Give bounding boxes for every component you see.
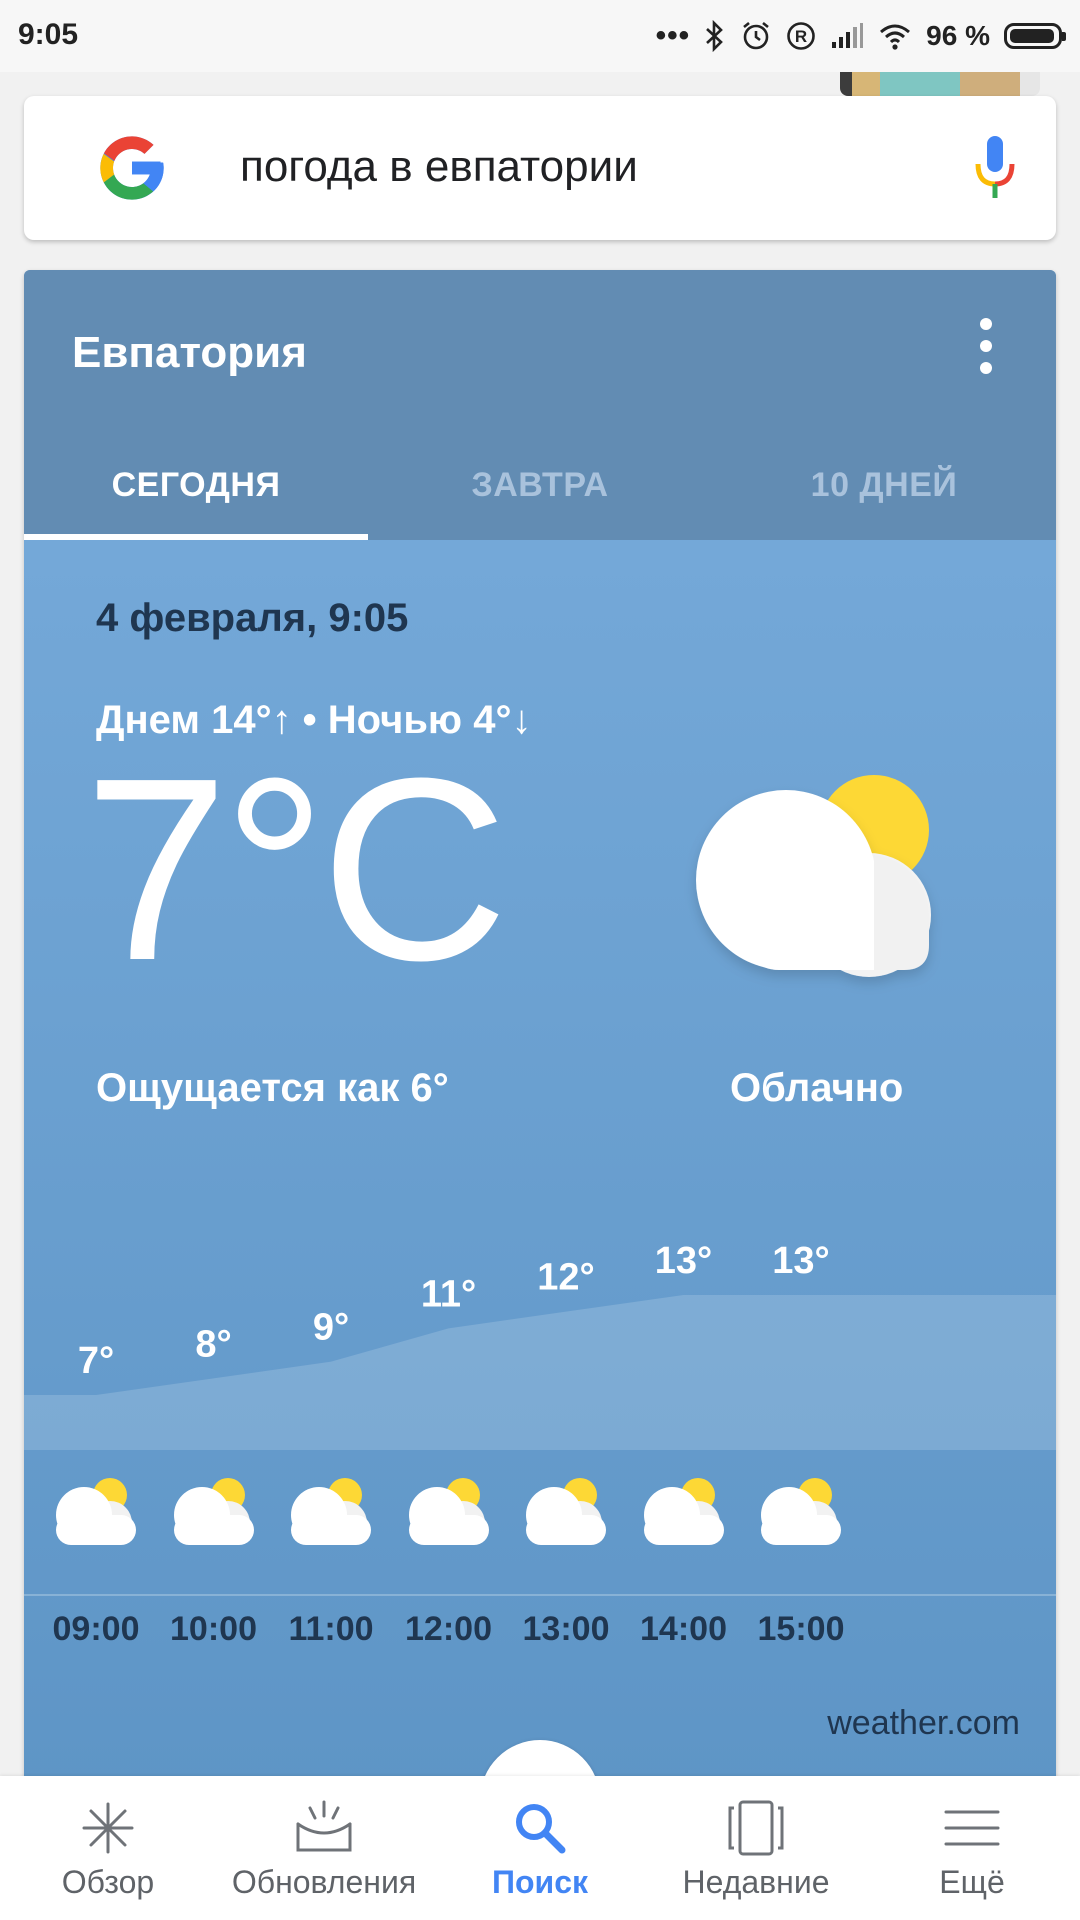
weather-source[interactable]: weather.com (827, 1704, 1020, 1743)
hour-label: 14:00 (640, 1610, 727, 1648)
partly-cloudy-icon (291, 1478, 371, 1545)
temperature-label: 9° (313, 1307, 349, 1349)
svg-text:R: R (795, 27, 807, 46)
hour-label: 13:00 (522, 1610, 610, 1648)
nav-overview[interactable]: Обзор (0, 1776, 216, 1920)
nav-more-label: Ещё (939, 1864, 1005, 1900)
hour-label: 12:00 (405, 1610, 492, 1648)
battery-icon (1004, 23, 1066, 49)
menu-icon (944, 1810, 1000, 1846)
battery-percent: 96 % (926, 20, 990, 51)
hour-label: 15:00 (757, 1610, 845, 1648)
alarm-icon (743, 21, 769, 50)
partly-cloudy-icon (526, 1478, 606, 1545)
nav-recent-label: Недавние (682, 1864, 830, 1900)
hour-label: 10:00 (170, 1610, 257, 1648)
partly-cloudy-icon (408, 1478, 489, 1545)
nav-search[interactable]: Поиск (432, 1776, 648, 1920)
nav-search-label: Поиск (491, 1864, 589, 1900)
nav-more[interactable]: Ещё (864, 1776, 1080, 1920)
tab-tomorrow[interactable]: ЗАВТРА (368, 430, 712, 540)
partly-cloudy-icon (643, 1478, 724, 1545)
current-temperature: 7°C (84, 725, 508, 1015)
temperature-area (24, 1295, 1056, 1450)
hourly-weather-icons (24, 1475, 1056, 1565)
status-icons: ••• R 96 % (655, 14, 1066, 58)
search-icon (516, 1804, 566, 1854)
weather-card: Евпатория СЕГОДНЯ ЗАВТРА 10 ДНЕЙ 4 февра… (24, 270, 1056, 1790)
weather-tabs: СЕГОДНЯ ЗАВТРА 10 ДНЕЙ (24, 430, 1056, 540)
partly-cloudy-icon (761, 1478, 841, 1545)
search-query-text[interactable]: погода в евпатории (240, 142, 638, 192)
tab-10-days[interactable]: 10 ДНЕЙ (712, 430, 1056, 540)
temperature-label: 8° (195, 1323, 231, 1365)
status-bar: 9:05 ••• R 96 % (0, 0, 1080, 72)
nav-updates-label: Обновления (231, 1864, 417, 1900)
feels-like: Ощущается как 6° (96, 1066, 449, 1110)
temperature-label: 13° (655, 1240, 712, 1282)
more-options-icon[interactable] (974, 318, 998, 378)
status-time: 9:05 (18, 18, 79, 51)
hour-label: 11:00 (288, 1610, 374, 1648)
tab-today[interactable]: СЕГОДНЯ (24, 430, 368, 540)
nav-updates[interactable]: Обновления (216, 1776, 432, 1920)
nav-recent[interactable]: Недавние (648, 1776, 864, 1920)
nav-overview-label: Обзор (61, 1864, 155, 1900)
hourly-temperature-chart: 7° 8° 9° 11° 12° 13° 13° (24, 1240, 1056, 1450)
bluetooth-icon (706, 20, 724, 52)
weather-condition: Облачно (730, 1066, 904, 1110)
weather-date: 4 февраля, 9:05 (96, 596, 409, 640)
wifi-icon (880, 24, 911, 50)
temperature-label: 13° (772, 1240, 829, 1282)
hourly-times: 09:00 10:00 11:00 12:00 13:00 14:00 15:00 (24, 1610, 1056, 1670)
temperature-label: 11° (421, 1273, 476, 1315)
partly-cloudy-icon (56, 1478, 136, 1545)
signal-icon (832, 23, 864, 48)
weather-card-header: Евпатория СЕГОДНЯ ЗАВТРА 10 ДНЕЙ (24, 270, 1056, 540)
search-box[interactable]: погода в евпатории (24, 96, 1056, 240)
hourly-divider (24, 1594, 1056, 1596)
bottom-navigation: Обзор Обновления Поиск Недавние Ещё (0, 1776, 1080, 1920)
partly-cloudy-icon (696, 775, 931, 977)
microphone-icon[interactable] (972, 134, 1018, 204)
city-name: Евпатория (72, 328, 307, 377)
recent-icon (728, 1800, 784, 1856)
updates-icon (296, 1800, 352, 1852)
partly-cloudy-icon (173, 1478, 254, 1545)
partial-card-image (840, 72, 1040, 96)
registered-icon: R (787, 22, 815, 50)
temperature-label: 12° (537, 1257, 594, 1299)
google-logo-icon (100, 136, 164, 200)
more-dots-icon: ••• (655, 19, 691, 52)
temperature-label: 7° (78, 1340, 114, 1382)
hour-label: 09:00 (52, 1610, 140, 1648)
overview-icon (82, 1802, 134, 1854)
